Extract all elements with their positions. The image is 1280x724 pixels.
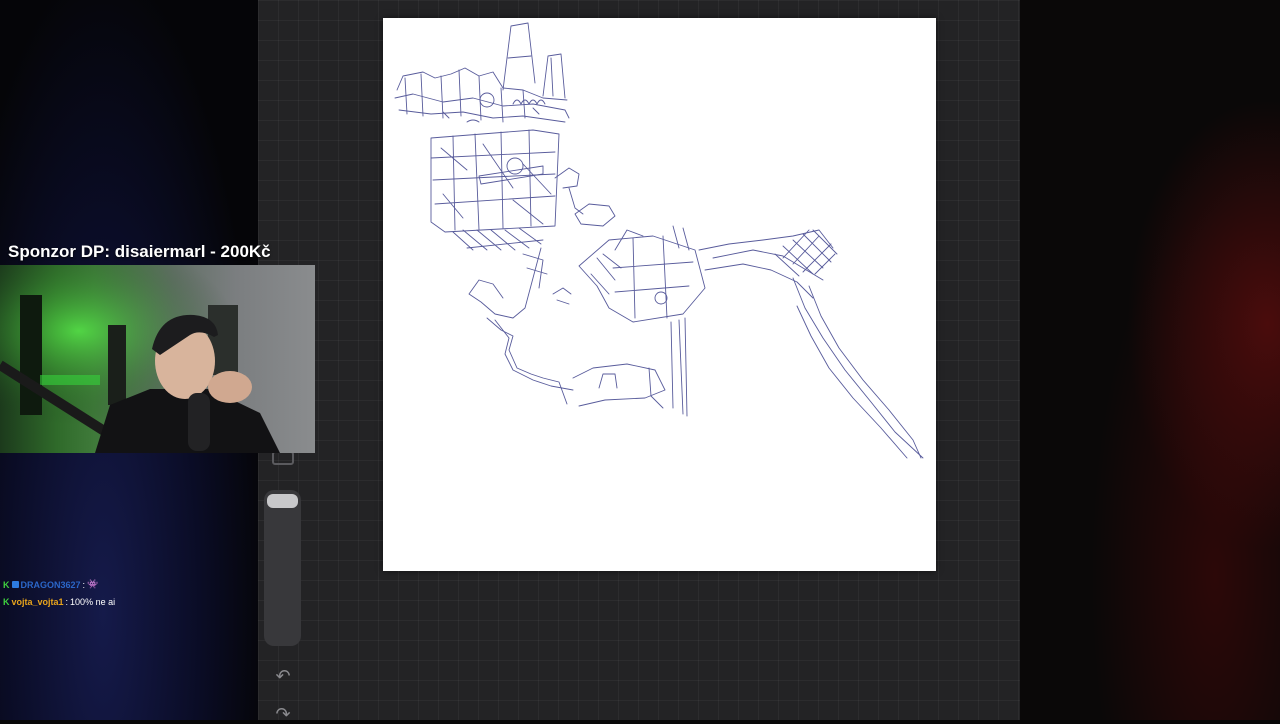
chat-message: K DRAGON3627 : 👾 [3, 576, 253, 593]
opacity-slider-thumb[interactable] [267, 494, 298, 508]
webcam-image [0, 265, 315, 453]
redo-icon: ↷ [275, 704, 291, 724]
drawing-canvas[interactable] [383, 18, 936, 571]
subscriber-badge-icon [11, 581, 19, 588]
chat-separator: : [82, 579, 86, 590]
blurred-camera-background [1020, 0, 1280, 720]
kick-badge-icon: K [3, 596, 10, 607]
chat-username[interactable]: vojta_vojta1 [12, 597, 64, 607]
opacity-slider[interactable] [264, 490, 301, 646]
chat-username[interactable]: DRAGON3627 [21, 580, 81, 590]
kick-badge-icon: K [3, 579, 10, 590]
modify-button[interactable] [272, 451, 294, 465]
undo-button[interactable]: ↶ [271, 666, 295, 686]
redo-button[interactable]: ↷ [271, 704, 295, 724]
sketch-drawing [394, 22, 924, 459]
webcam-feed [0, 265, 315, 453]
sponsor-banner: Sponzor DP: disaiermarl - 200Kč [8, 242, 271, 261]
chat-separator: : [65, 596, 69, 607]
undo-icon: ↶ [275, 666, 291, 686]
chat-panel: K DRAGON3627 : 👾 K vojta_vojta1 : 100% n… [3, 576, 253, 610]
chat-message-text: 👾 [87, 579, 99, 589]
chat-message-text: 100% ne ai [70, 596, 116, 607]
chat-message: K vojta_vojta1 : 100% ne ai [3, 593, 253, 610]
